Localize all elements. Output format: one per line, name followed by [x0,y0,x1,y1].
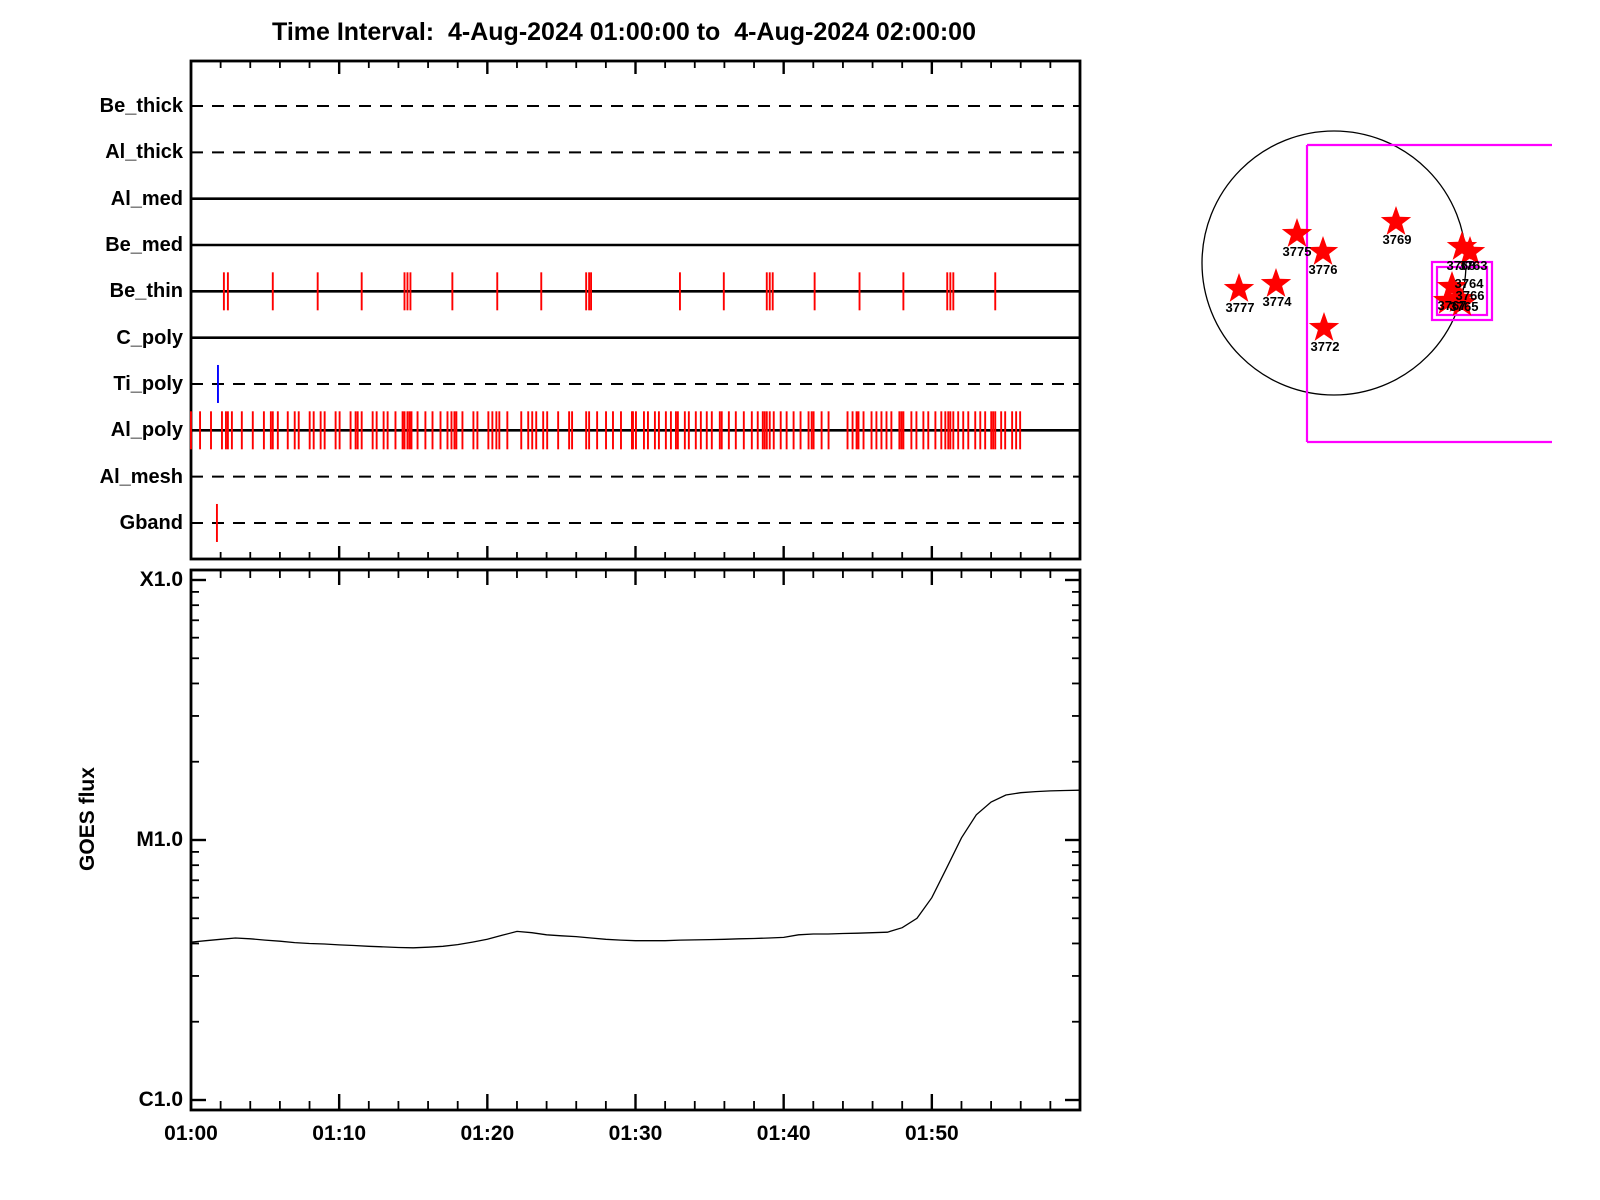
filter-row-label-be_thick: Be_thick [99,95,183,117]
filter-row-label-al_poly: Al_poly [110,419,183,442]
active-region-number: 3772 [1310,339,1340,354]
active-region-star-3774 [1260,268,1292,297]
goes-y-tick-label: M1.0 [136,828,183,851]
goes-x-tick-label: 01:10 [312,1122,367,1145]
goes-y-tick-label: X1.0 [139,568,183,591]
filter-row-label-ti_poly: Ti_poly [113,372,183,395]
active-region-star-3769 [1380,206,1412,235]
active-region-number: 3774 [1262,294,1292,309]
goes-flux-curve [190,789,1081,949]
goes-y-tick-label: C1.0 [138,1088,183,1111]
screenshot-root: Time Interval: 4-Aug-2024 01:00:00 to 4-… [0,0,1600,1200]
goes-x-tick-label: 01:30 [608,1122,663,1145]
goes-x-tick-label: 01:00 [164,1122,218,1145]
active-region-number: 3775 [1282,244,1312,259]
active-region-number: 3776 [1308,262,1338,277]
goes-x-tick-label: 01:50 [904,1122,959,1145]
filter-row-label-al_med: Al_med [110,187,183,210]
goes-panel-frame [189,568,1082,1112]
active-region-star-3776 [1307,236,1339,265]
active-region-number: 3765 [1449,299,1479,314]
active-region-number: 3769 [1382,232,1412,247]
active-region-number: 3777 [1225,300,1255,315]
goes-x-tick-label: 01:20 [460,1122,515,1145]
filter-row-label-al_mesh: Al_mesh [99,465,183,488]
active-region-star-3777 [1223,273,1255,302]
filter-row-label-be_med: Be_med [105,233,183,256]
active-region-star-3772 [1308,312,1340,341]
page-title: Time Interval: 4-Aug-2024 01:00:00 to 4-… [272,18,976,46]
plot-graphics [189,59,1552,1112]
goes-y-axis-title: GOES flux [76,767,99,871]
filter-row-label-c_poly: C_poly [116,326,183,349]
filter-row-label-al_thick: Al_thick [105,141,183,164]
goes-x-tick-label: 01:40 [756,1122,811,1145]
active-region-number: 3763 [1458,258,1488,273]
filter-row-label-be_thin: Be_thin [109,280,183,303]
filter-row-label-gband: Gband [119,511,183,534]
